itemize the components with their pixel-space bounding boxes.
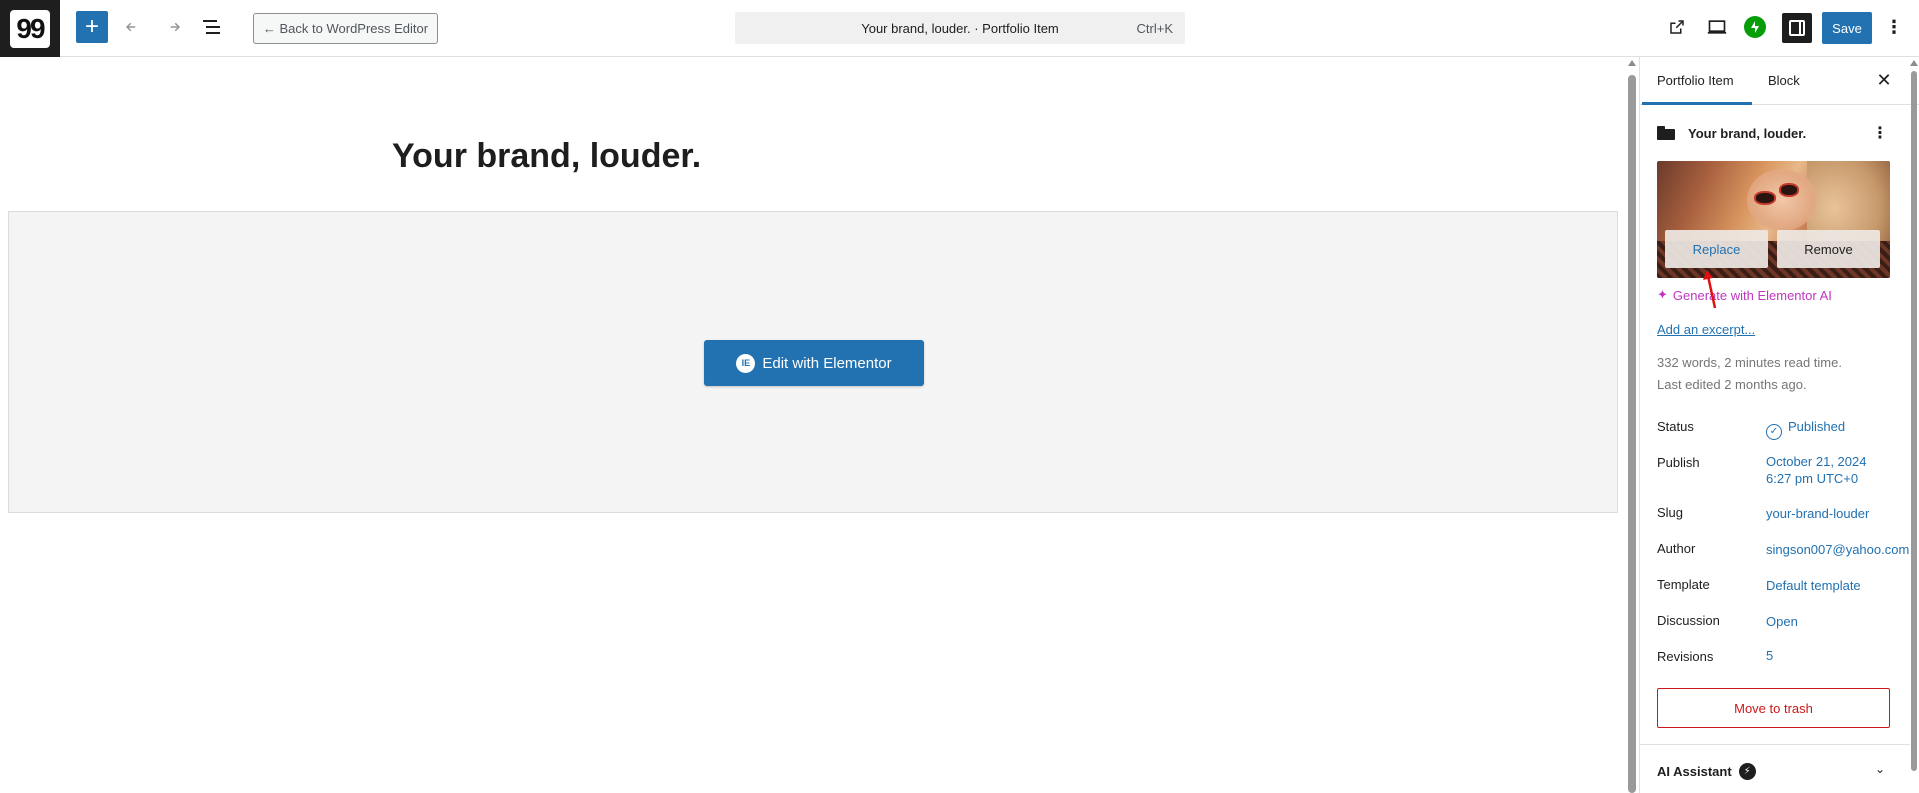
sidebar-scroll-up-arrow[interactable]: [1910, 60, 1918, 66]
undo-icon: [125, 22, 136, 32]
canvas-scroll-up-arrow[interactable]: [1628, 60, 1636, 66]
options-menu-button[interactable]: ⋮: [1884, 14, 1904, 40]
replace-image-button[interactable]: Replace: [1665, 230, 1768, 268]
last-edited: Last edited 2 months ago.: [1657, 377, 1807, 392]
block-inserter-button[interactable]: +: [76, 11, 108, 43]
canvas-scrollbar[interactable]: [1628, 75, 1636, 793]
status-label: Status: [1657, 419, 1694, 434]
featured-image[interactable]: Replace Remove: [1657, 161, 1890, 278]
elementor-icon: IE: [736, 353, 756, 373]
redo-icon: [170, 22, 181, 32]
publish-date-button[interactable]: October 21, 2024 6:27 pm UTC+0: [1766, 453, 1866, 487]
sidebar-toggle-icon: [1789, 20, 1805, 36]
post-title[interactable]: Your brand, louder.: [392, 137, 701, 176]
elementor-placeholder: IE Edit with Elementor: [8, 211, 1618, 513]
sidebar-tabs: Portfolio Item Block ✕: [1640, 57, 1919, 105]
revisions-label: Revisions: [1657, 649, 1714, 664]
discussion-label: Discussion: [1657, 613, 1720, 628]
kebab-menu-icon: ⋮: [1872, 125, 1888, 142]
ai-assistant-panel[interactable]: AI Assistant ⚡ ⌄: [1640, 744, 1910, 793]
sidebar-scrollbar[interactable]: [1911, 71, 1917, 771]
discussion-value[interactable]: Open: [1766, 613, 1798, 630]
tab-block[interactable]: Block: [1768, 73, 1800, 88]
undo-button[interactable]: [120, 14, 146, 40]
publish-date: October 21, 2024: [1766, 454, 1867, 469]
document-title: Your brand, louder. · Portfolio Item: [861, 21, 1059, 36]
generate-ai-label: Generate with Elementor AI: [1672, 287, 1832, 303]
editor-canvas[interactable]: Your brand, louder. IE Edit with Element…: [0, 57, 1632, 793]
publish-label: Publish: [1657, 455, 1700, 470]
command-shortcut: Ctrl+K: [1136, 21, 1173, 36]
list-view-icon: [203, 20, 220, 34]
author-value[interactable]: singson007@yahoo.com: [1766, 541, 1909, 558]
back-to-wordpress-editor-button[interactable]: ← Back to WordPress Editor: [253, 13, 438, 44]
jetpack-bolt-icon: ⚡: [1738, 763, 1756, 780]
template-label: Template: [1657, 577, 1710, 592]
move-to-trash-button[interactable]: Move to trash: [1657, 688, 1890, 728]
settings-sidebar: Portfolio Item Block ✕ Your brand, loude…: [1639, 57, 1919, 793]
document-overview-button[interactable]: [199, 14, 225, 40]
slug-value[interactable]: your-brand-louder: [1766, 505, 1869, 522]
publish-time: 6:27 pm UTC+0: [1766, 471, 1859, 486]
template-value[interactable]: Default template: [1766, 577, 1861, 594]
word-count: 332 words, 2 minutes read time.: [1657, 355, 1842, 370]
editor-header: 99 + ← Back to WordPress Editor Your bra…: [0, 0, 1919, 57]
kebab-menu-icon: ⋮: [1885, 16, 1903, 37]
sparkle-icon: ✦: [1657, 287, 1668, 302]
post-actions-button[interactable]: ⋮: [1872, 122, 1888, 144]
remove-image-button[interactable]: Remove: [1777, 230, 1880, 268]
view-post-button[interactable]: [1664, 14, 1690, 40]
revisions-value[interactable]: 5: [1766, 647, 1773, 664]
logo-mark: 99: [10, 9, 50, 48]
chevron-down-icon[interactable]: ⌄: [1872, 759, 1888, 779]
active-tab-indicator: [1642, 102, 1752, 105]
desktop-preview-icon: [1707, 20, 1727, 34]
close-sidebar-button[interactable]: ✕: [1874, 70, 1894, 90]
ai-assistant-title: AI Assistant ⚡: [1657, 763, 1756, 780]
jetpack-icon: [1751, 21, 1759, 33]
generate-with-elementor-ai-link[interactable]: ✦ Generate with Elementor AI: [1657, 287, 1832, 303]
published-check-icon: ✓: [1766, 423, 1782, 440]
author-label: Author: [1657, 541, 1696, 556]
slug-label: Slug: [1657, 505, 1684, 520]
preview-button[interactable]: [1704, 14, 1730, 40]
tab-portfolio-item[interactable]: Portfolio Item: [1657, 73, 1734, 88]
save-button[interactable]: Save: [1822, 12, 1872, 44]
add-excerpt-link[interactable]: Add an excerpt...: [1657, 322, 1755, 337]
edit-with-elementor-label: Edit with Elementor: [762, 354, 892, 372]
redo-button[interactable]: [160, 14, 186, 40]
plus-icon: +: [84, 13, 99, 40]
post-card-title: Your brand, louder.: [1688, 126, 1807, 141]
close-icon: ✕: [1876, 69, 1892, 90]
site-logo[interactable]: 99: [0, 0, 60, 57]
edit-with-elementor-button[interactable]: IE Edit with Elementor: [704, 340, 924, 386]
external-link-icon: [1670, 20, 1684, 34]
status-value: Published: [1788, 419, 1846, 434]
command-palette-bar[interactable]: Your brand, louder. · Portfolio Item Ctr…: [735, 12, 1185, 44]
settings-sidebar-toggle[interactable]: [1782, 13, 1812, 43]
status-value-button[interactable]: ✓ Published: [1766, 418, 1845, 440]
folder-icon: [1657, 126, 1675, 140]
ai-assistant-label: AI Assistant: [1657, 764, 1732, 779]
jetpack-button[interactable]: [1744, 16, 1766, 38]
